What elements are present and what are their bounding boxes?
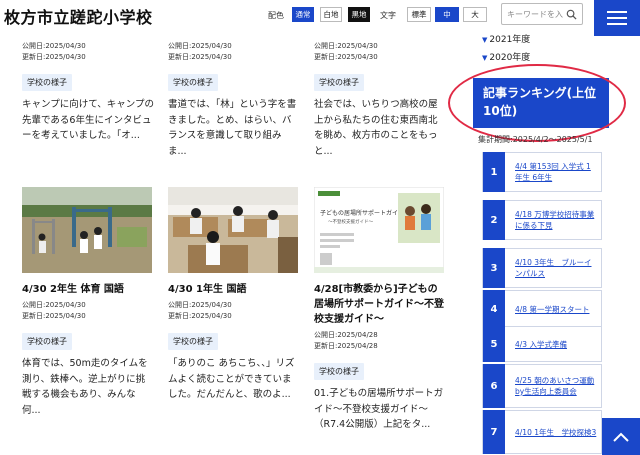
- article-excerpt: 書道では、「林」という字を書きました。とめ、はらい、バランスを意識して取り組みま…: [168, 99, 297, 157]
- thumb-heading: 子どもの居場所サポートガイド: [320, 209, 404, 217]
- article-excerpt: 社会では、いちりつ高校の屋上から私たちの住む東西南北を眺め、枚方市のことをもっと…: [314, 99, 438, 157]
- updated-date: 更新日:2025/04/30: [168, 312, 232, 320]
- article-card[interactable]: 4/30 2年生 体育 国語 公開日:2025/04/30 更新日:2025/0…: [22, 282, 154, 418]
- article-card[interactable]: 4/30 1年生 国語 公開日:2025/04/30 更新日:2025/04/3…: [168, 282, 300, 403]
- published-date: 公開日:2025/04/30: [168, 301, 232, 309]
- article-thumbnail-guide[interactable]: 子どもの居場所サポートガイド 〜不登校支援ガイド〜: [314, 187, 444, 273]
- rank-number: 5: [483, 326, 505, 362]
- text-size-standard-button[interactable]: 標準: [407, 7, 431, 22]
- site-title[interactable]: 枚方市立蹉跎小学校: [4, 4, 153, 28]
- text-size-medium-button[interactable]: 中: [435, 7, 459, 22]
- article-excerpt: 体育では、50m走のタイムを測り、鉄棒へ。逆上がりに挑戦する機会もあり、みんな何…: [22, 358, 148, 416]
- article-thumbnail-japanese[interactable]: [168, 187, 298, 273]
- rank-number: 7: [483, 410, 505, 454]
- chevron-up-icon: [613, 432, 629, 442]
- category-tag[interactable]: 学校の様子: [168, 74, 218, 91]
- thumb-subheading: 〜不登校支援ガイド〜: [328, 218, 373, 225]
- triangle-down-icon: ▼: [482, 54, 488, 62]
- hamburger-menu-button[interactable]: [594, 0, 640, 36]
- article-thumbnail-pe[interactable]: [22, 187, 152, 273]
- article-excerpt: キャンプに向けて、キャンプの先輩である6年生にインタビューを考えていました。「オ…: [22, 99, 154, 141]
- color-normal-button[interactable]: 通常: [292, 7, 314, 22]
- search-input[interactable]: キーワードを入: [501, 3, 583, 25]
- site-header: 枚方市立蹉跎小学校 配色 通常 白地 黒地 文字 標準 中 大 キーワードを入: [0, 0, 640, 36]
- published-date: 公開日:2025/04/30: [22, 301, 86, 309]
- published-date: 公開日:2025/04/30: [168, 42, 232, 50]
- ranking-link[interactable]: 4/25 朝のあいさつ運動by生活向上委員会: [505, 375, 601, 397]
- article-title[interactable]: 4/30 1年生 国語: [168, 282, 300, 297]
- text-size-label: 文字: [380, 11, 396, 20]
- ranking-link[interactable]: 4/10 3年生 ブルーインパルス: [505, 257, 601, 279]
- triangle-down-icon: ▼: [482, 36, 488, 44]
- article-card[interactable]: 4/28[市教委から]子どもの居場所サポートガイド〜不登校支援ガイド〜 公開日:…: [314, 282, 446, 433]
- ranking-link[interactable]: 4/8 第一学期スタート: [505, 304, 593, 315]
- archive-year-link[interactable]: ▼ 2020年度: [482, 50, 530, 63]
- article-card[interactable]: 公開日:2025/04/30 更新日:2025/04/30 学校の様子 社会では…: [314, 41, 446, 159]
- hamburger-icon: [607, 11, 627, 13]
- updated-date: 更新日:2025/04/28: [314, 342, 378, 350]
- published-date: 公開日:2025/04/28: [314, 331, 378, 339]
- ranking-period: 集計期間:2025/4/2〜2025/5/1: [478, 135, 593, 144]
- article-card[interactable]: 公開日:2025/04/30 更新日:2025/04/30 学校の様子 キャンプ…: [22, 41, 154, 144]
- rank-number: 1: [483, 152, 505, 192]
- ranking-item[interactable]: 1 4/4 第153回 入学式 1年生 6年生: [482, 152, 602, 192]
- ranking-item[interactable]: 4 4/8 第一学期スタート: [482, 290, 602, 328]
- ranking-item[interactable]: 2 4/18 万博学校招待事業に係る下見: [482, 200, 602, 240]
- rank-number: 6: [483, 364, 505, 408]
- ranking-link[interactable]: 4/4 第153回 入学式 1年生 6年生: [505, 161, 601, 183]
- updated-date: 更新日:2025/04/30: [22, 312, 86, 320]
- updated-date: 更新日:2025/04/30: [168, 53, 232, 61]
- category-tag[interactable]: 学校の様子: [22, 333, 72, 350]
- article-title[interactable]: 4/30 2年生 体育 国語: [22, 282, 154, 297]
- ranking-item[interactable]: 5 4/3 入学式準備: [482, 326, 602, 362]
- ranking-item[interactable]: 3 4/10 3年生 ブルーインパルス: [482, 248, 602, 288]
- back-to-top-button[interactable]: [602, 418, 640, 455]
- category-tag[interactable]: 学校の様子: [168, 333, 218, 350]
- search-placeholder: キーワードを入: [507, 9, 563, 19]
- published-date: 公開日:2025/04/30: [314, 42, 378, 50]
- article-card[interactable]: 公開日:2025/04/30 更新日:2025/04/30 学校の様子 書道では…: [168, 41, 300, 159]
- color-scheme-label: 配色: [268, 11, 284, 20]
- color-black-button[interactable]: 黒地: [348, 7, 370, 22]
- category-tag[interactable]: 学校の様子: [22, 74, 72, 91]
- article-excerpt: 01.子どもの居場所サポートガイド〜不登校支援ガイド〜（R7.4公開版）上記をタ…: [314, 388, 444, 430]
- text-size-large-button[interactable]: 大: [463, 7, 487, 22]
- article-excerpt: 「ありのこ あちこち、、」リズムよく読むことができていました。だんだんと、歌のよ…: [168, 358, 295, 400]
- archive-year-link[interactable]: ▼ 2021年度: [482, 32, 530, 45]
- highlight-circle-annotation: [448, 64, 626, 142]
- archive-year-label: 2020年度: [489, 53, 531, 63]
- archive-year-label: 2021年度: [489, 35, 531, 45]
- ranking-item[interactable]: 6 4/25 朝のあいさつ運動by生活向上委員会: [482, 364, 602, 408]
- category-tag[interactable]: 学校の様子: [314, 74, 364, 91]
- updated-date: 更新日:2025/04/30: [22, 53, 86, 61]
- published-date: 公開日:2025/04/30: [22, 42, 86, 50]
- updated-date: 更新日:2025/04/30: [314, 53, 378, 61]
- rank-number: 3: [483, 248, 505, 288]
- rank-number: 2: [483, 200, 505, 240]
- category-tag[interactable]: 学校の様子: [314, 363, 364, 380]
- color-white-button[interactable]: 白地: [320, 7, 342, 22]
- rank-number: 4: [483, 290, 505, 328]
- ranking-link[interactable]: 4/3 入学式準備: [505, 339, 571, 350]
- search-icon[interactable]: [566, 9, 577, 20]
- ranking-item[interactable]: 7 4/10 1年生 学校探検3: [482, 410, 602, 454]
- article-title[interactable]: 4/28[市教委から]子どもの居場所サポートガイド〜不登校支援ガイド〜: [314, 282, 446, 327]
- ranking-link[interactable]: 4/10 1年生 学校探検3: [505, 427, 600, 438]
- ranking-link[interactable]: 4/18 万博学校招待事業に係る下見: [505, 209, 601, 231]
